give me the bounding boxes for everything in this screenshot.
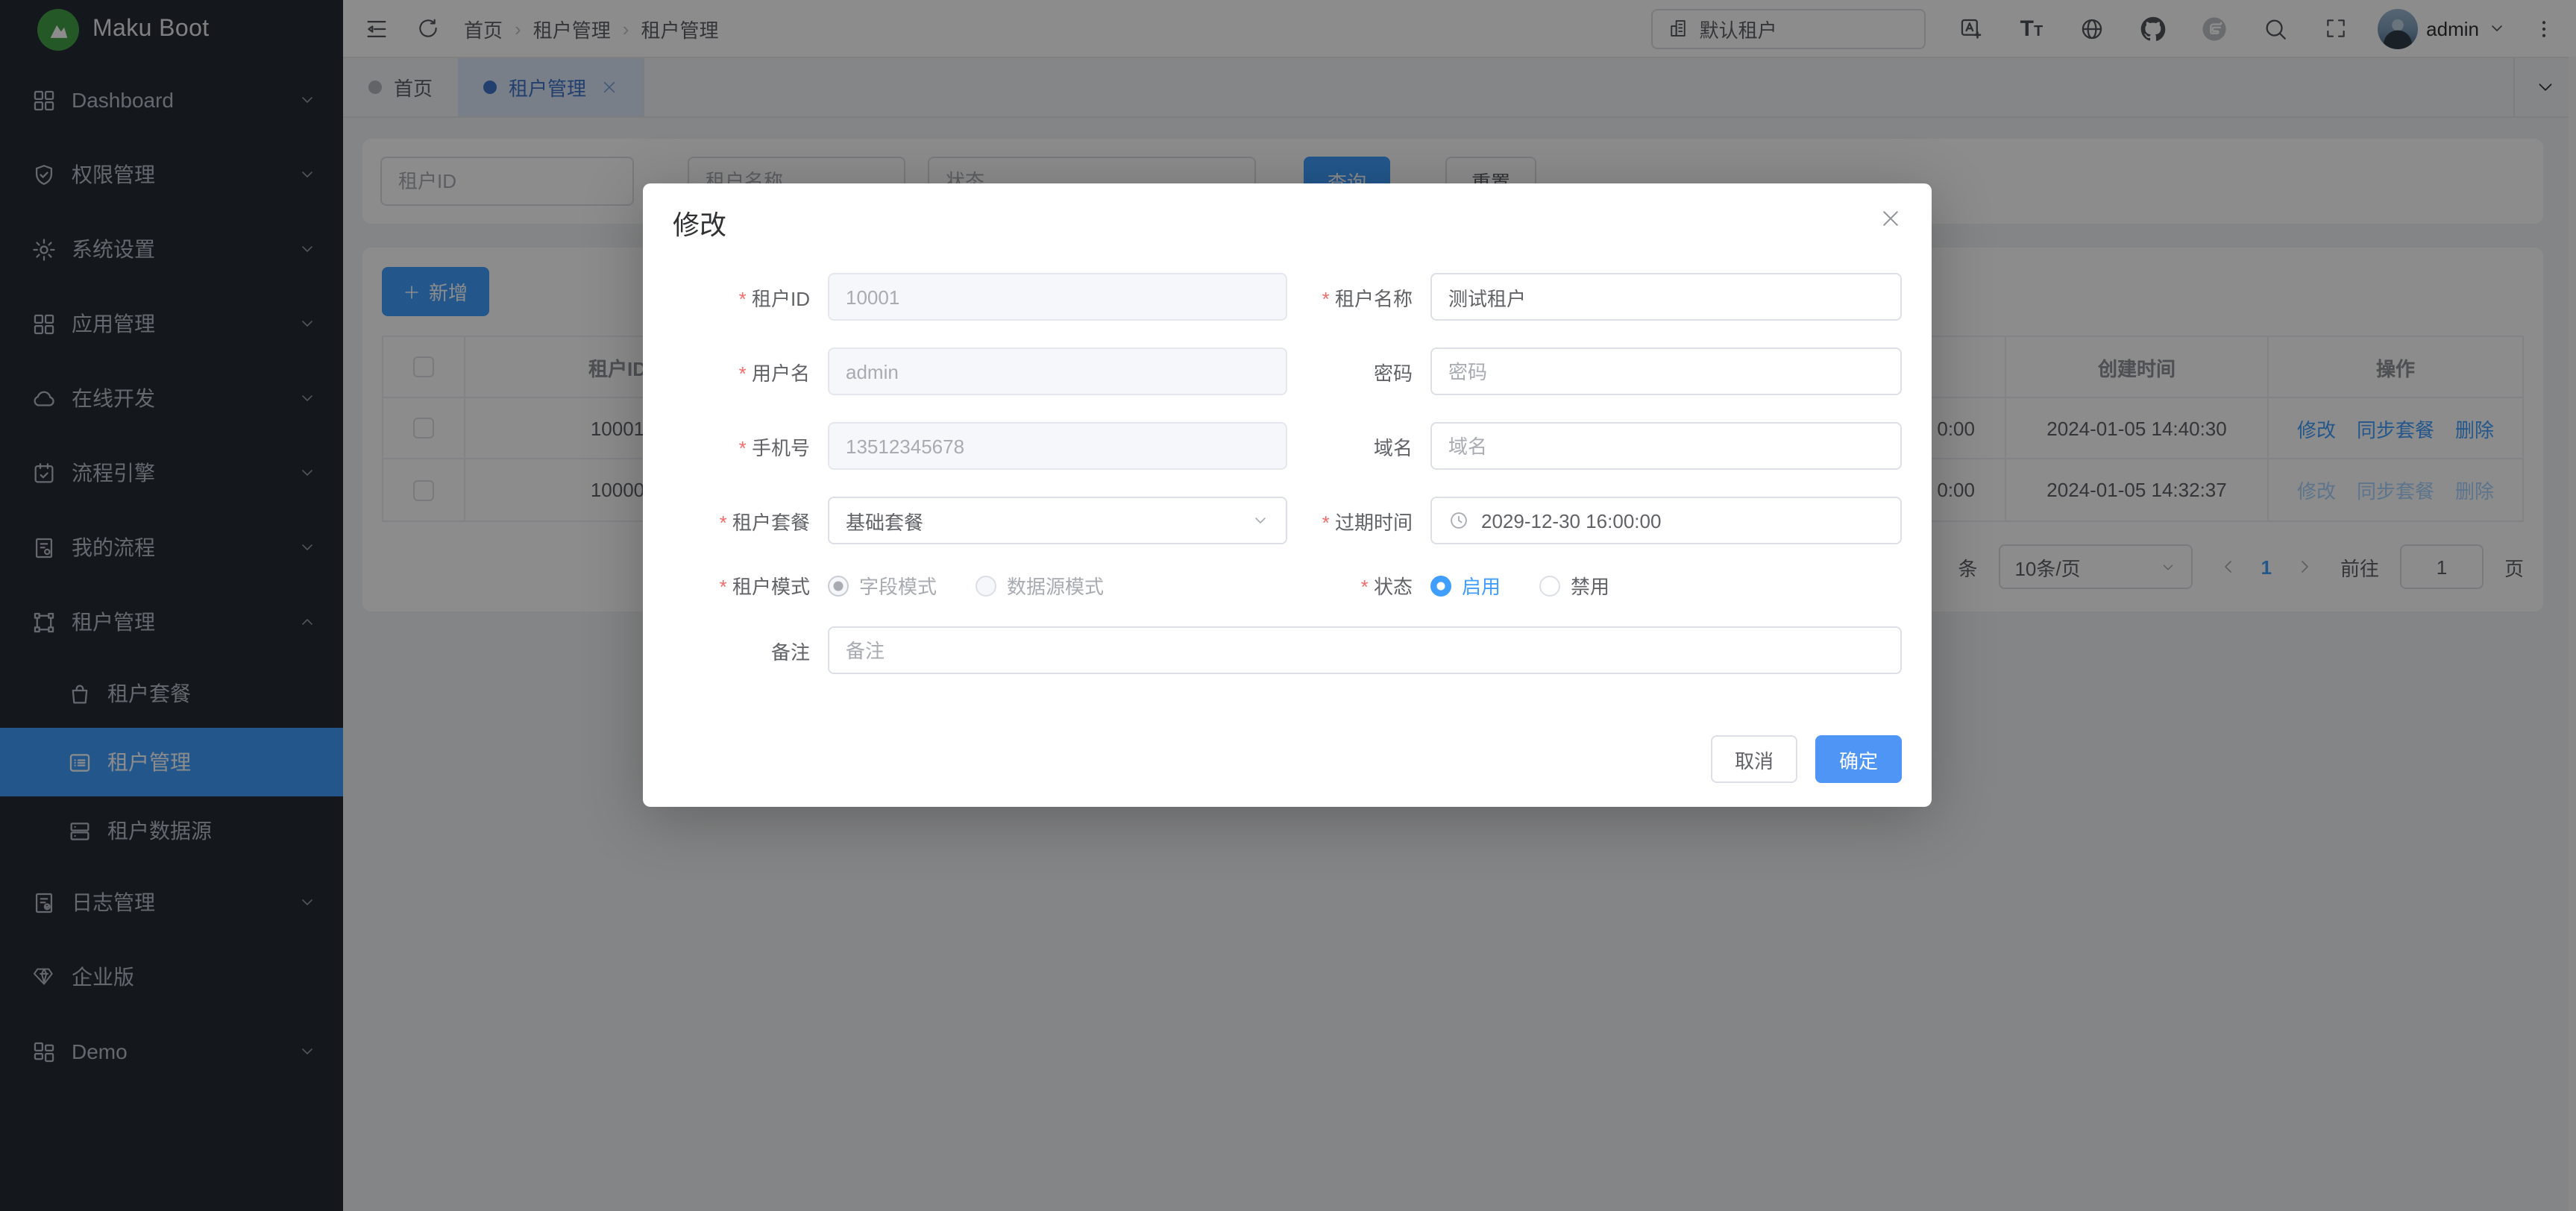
- package-label: 租户套餐: [673, 506, 828, 535]
- password-field[interactable]: [1430, 347, 1902, 395]
- expire-datetime-picker[interactable]: 2029-12-30 16:00:00: [1430, 497, 1902, 544]
- form-row: 租户模式 字段模式 数据源模式 状态: [673, 571, 1902, 600]
- remark-field[interactable]: [828, 626, 1902, 674]
- clock-icon: [1448, 510, 1469, 531]
- cancel-button[interactable]: 取消: [1711, 735, 1797, 783]
- tenant-id-field: [828, 273, 1287, 321]
- form-row: 手机号 域名: [673, 422, 1902, 470]
- form-row: 租户ID 租户名称: [673, 273, 1902, 321]
- domain-label: 域名: [1287, 432, 1430, 460]
- tenant-id-label: 租户ID: [673, 283, 828, 311]
- mobile-label: 手机号: [673, 432, 828, 460]
- mode-radio-field: 字段模式: [828, 571, 937, 600]
- mobile-field: [828, 422, 1287, 470]
- package-select[interactable]: 基础套餐: [828, 497, 1287, 544]
- mode-radio-group: 字段模式 数据源模式: [828, 571, 1287, 600]
- status-radio-group: 启用 禁用: [1430, 571, 1902, 600]
- status-radio-enabled[interactable]: 启用: [1430, 571, 1501, 600]
- radio-dot: [1539, 575, 1560, 596]
- username-label: 用户名: [673, 357, 828, 386]
- expire-datetime-value: 2029-12-30 16:00:00: [1481, 509, 1661, 532]
- status-label: 状态: [1287, 571, 1430, 600]
- package-select-value: 基础套餐: [846, 506, 923, 535]
- radio-dot: [828, 575, 849, 596]
- radio-label: 字段模式: [859, 571, 937, 600]
- mode-radio-datasource: 数据源模式: [976, 571, 1104, 600]
- radio-label: 禁用: [1571, 571, 1609, 600]
- domain-field[interactable]: [1430, 422, 1902, 470]
- mode-label: 租户模式: [673, 571, 828, 600]
- dialog-form: 租户ID 租户名称 用户名 密码 手机号 域名 租户套餐: [673, 273, 1902, 674]
- radio-label: 启用: [1462, 571, 1501, 600]
- tenant-name-field[interactable]: [1430, 273, 1902, 321]
- tenant-name-label: 租户名称: [1287, 283, 1430, 311]
- form-row: 用户名 密码: [673, 347, 1902, 395]
- form-row: 备注: [673, 626, 1902, 674]
- confirm-button[interactable]: 确定: [1815, 735, 1902, 783]
- form-row: 租户套餐 基础套餐 过期时间 2029-12-30 16:00:00: [673, 497, 1902, 544]
- edit-tenant-dialog: 修改 租户ID 租户名称 用户名 密码 手机号 域名: [643, 183, 1932, 807]
- username-field: [828, 347, 1287, 395]
- dialog-footer: 取消 确定: [1711, 735, 1902, 783]
- close-icon[interactable]: [1879, 207, 1902, 230]
- chevron-down-icon: [1251, 512, 1269, 529]
- expire-label: 过期时间: [1287, 506, 1430, 535]
- radio-label: 数据源模式: [1007, 571, 1104, 600]
- dialog-title: 修改: [673, 204, 1902, 243]
- radio-dot: [1430, 575, 1451, 596]
- app-window: Maku Boot Dashboard 权限管理 系统设置 应用管理: [0, 0, 2576, 1211]
- radio-dot: [976, 575, 996, 596]
- remark-label: 备注: [673, 636, 828, 664]
- status-radio-disabled[interactable]: 禁用: [1539, 571, 1609, 600]
- password-label: 密码: [1287, 357, 1430, 386]
